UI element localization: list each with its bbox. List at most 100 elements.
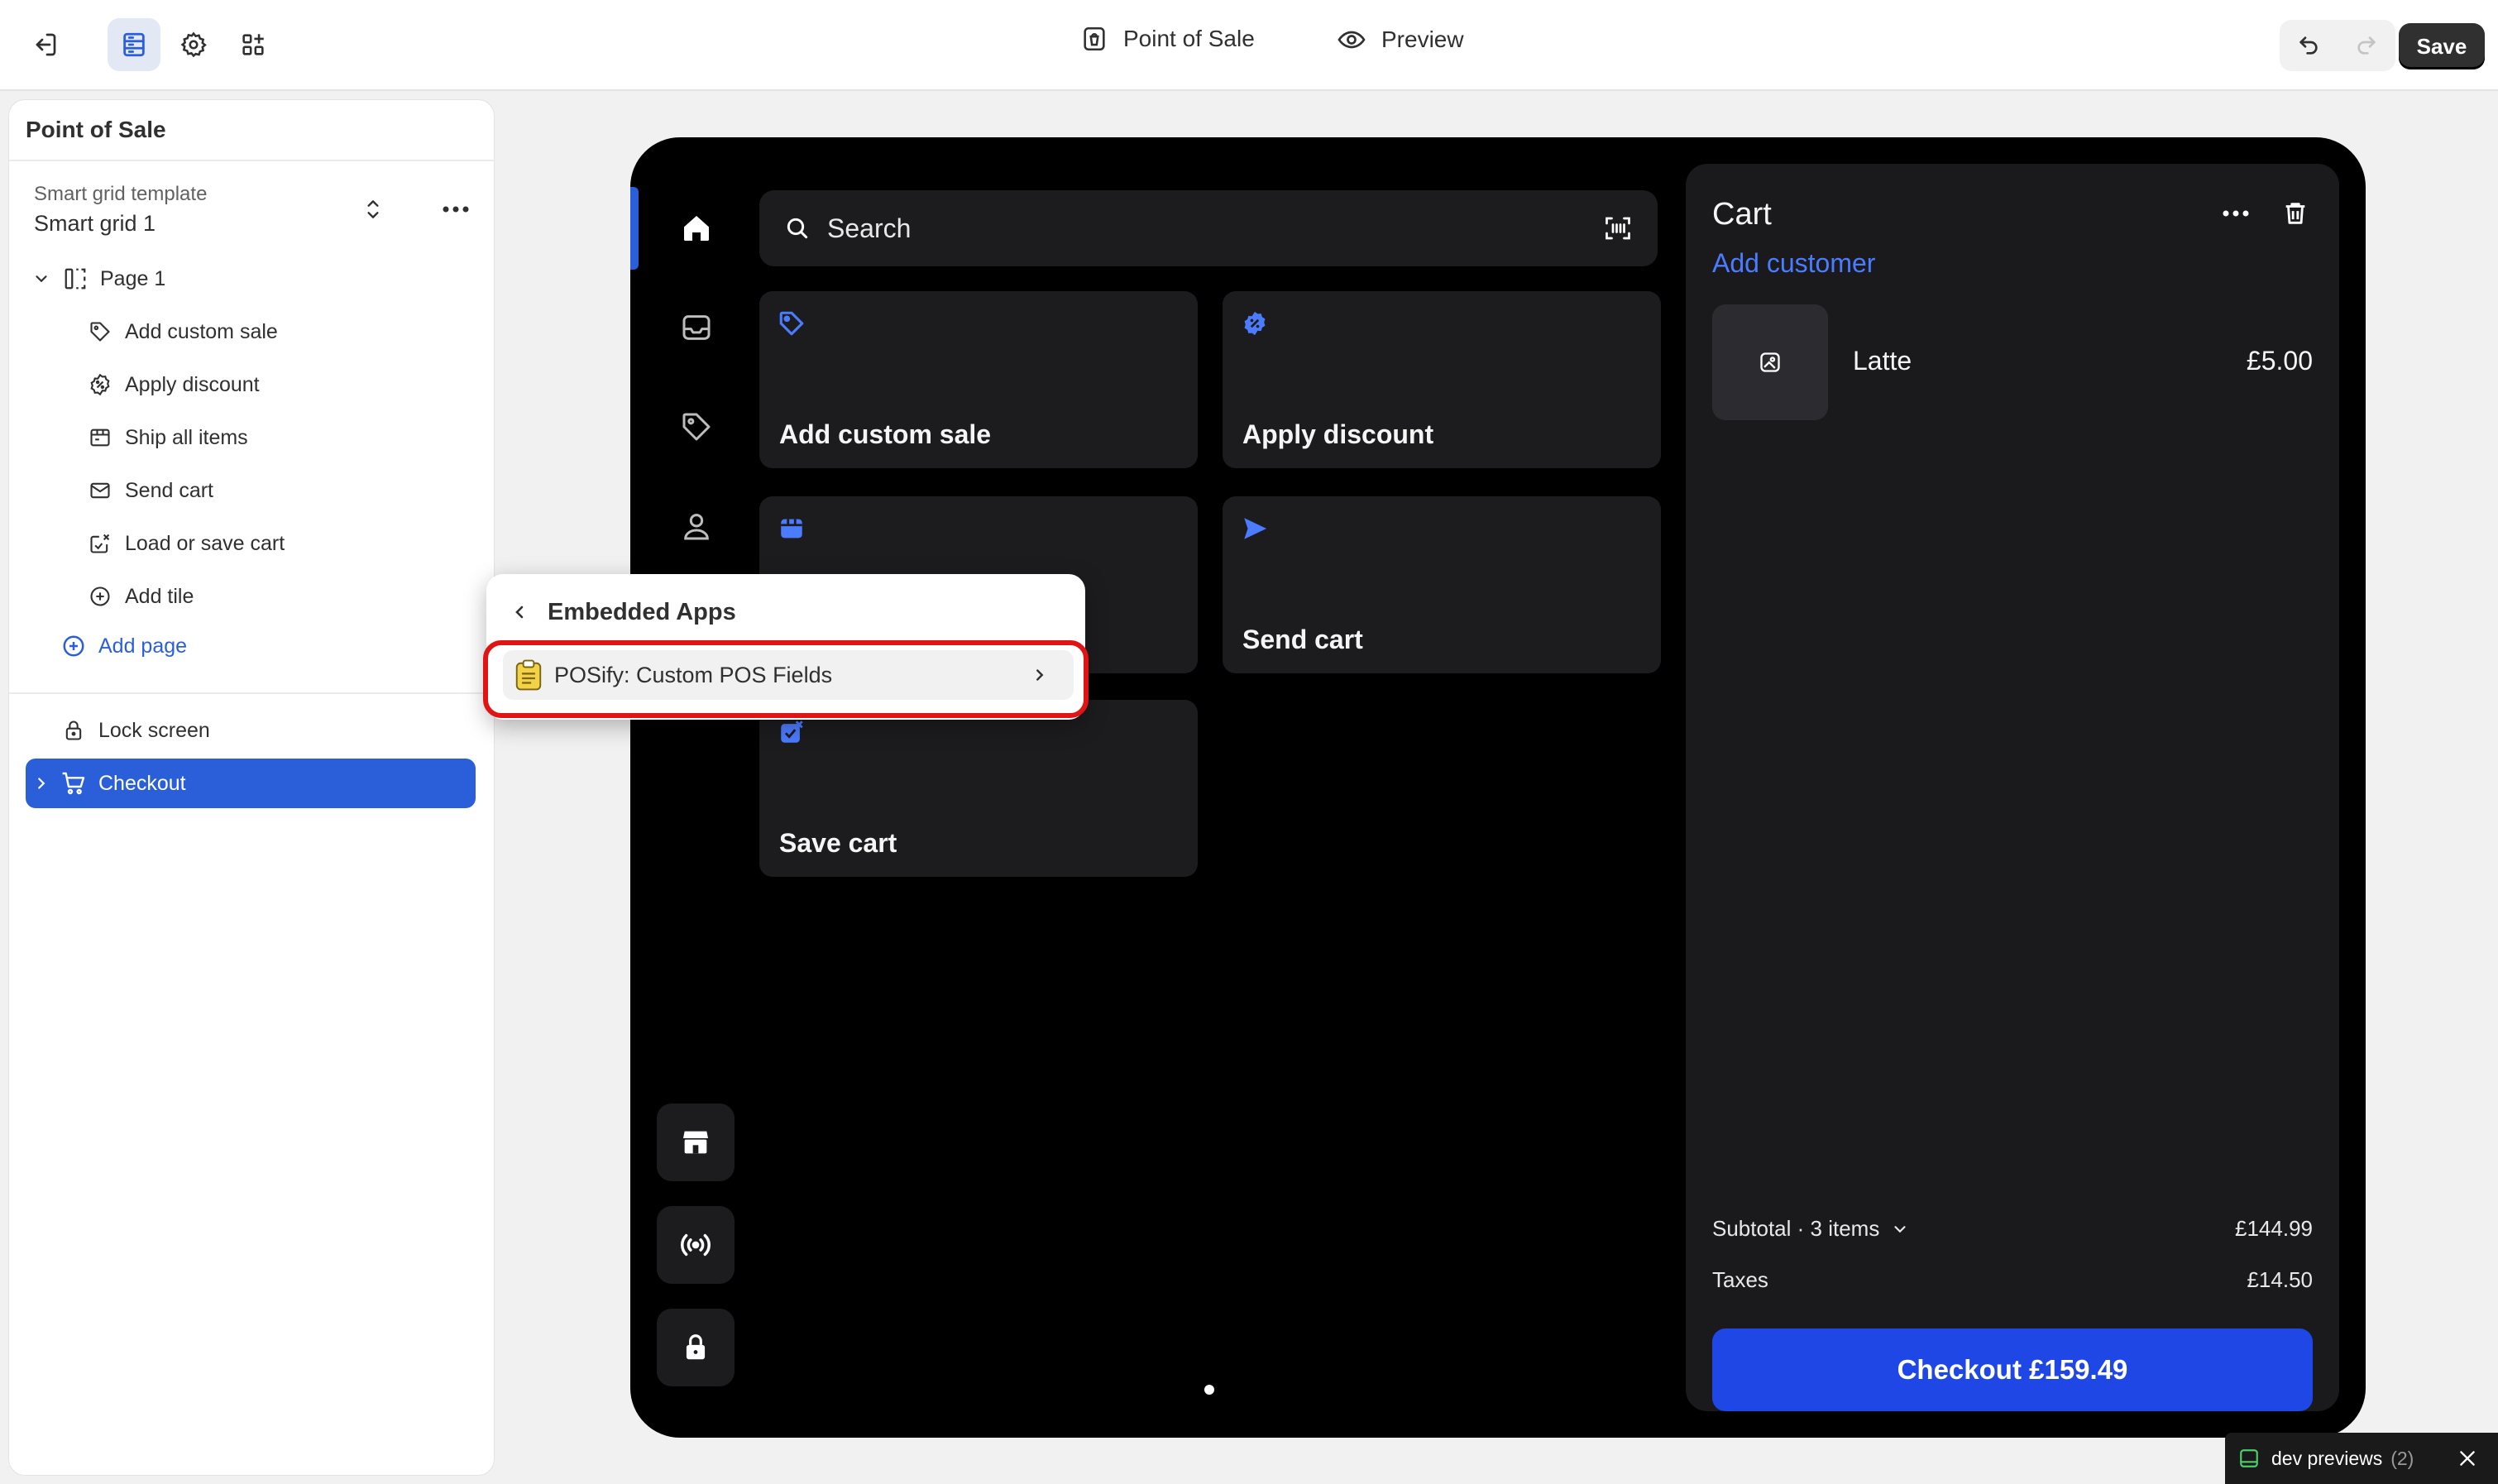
cart-more-button[interactable]	[2215, 197, 2256, 230]
settings-button[interactable]	[167, 18, 220, 71]
nav-orders[interactable]	[673, 304, 720, 351]
layout-sections-icon	[123, 32, 145, 57]
template-switch-button[interactable]	[357, 193, 390, 226]
tile-label: Save cart	[779, 828, 897, 858]
page-indicator-dot[interactable]	[1204, 1385, 1214, 1395]
search-icon	[787, 218, 808, 239]
tile-apply-discount[interactable]: Apply discount	[1223, 291, 1661, 468]
page-label: Page 1	[100, 266, 166, 290]
preview-window-icon	[2240, 1449, 2258, 1467]
nav-products[interactable]	[673, 404, 720, 450]
store-button[interactable]	[657, 1103, 735, 1181]
taxes-value: £14.50	[2247, 1267, 2313, 1292]
line-item-price: £5.00	[2246, 346, 2313, 376]
cart-title: Cart	[1712, 197, 1772, 232]
save-button[interactable]: Save	[2399, 23, 2485, 69]
page-grid-icon	[62, 266, 89, 292]
add-customer-link[interactable]: Add customer	[1712, 248, 1875, 279]
divider	[9, 692, 495, 694]
chevron-down-icon	[36, 275, 47, 283]
custom-sale-icon	[779, 311, 804, 336]
tree-item-add-custom-sale[interactable]: Add custom sale	[87, 318, 278, 345]
trash-icon	[2285, 203, 2305, 224]
ship-icon	[87, 424, 113, 451]
undo-icon	[2299, 36, 2318, 55]
back-button[interactable]	[503, 596, 536, 629]
preview-button[interactable]: Preview	[1337, 25, 1464, 55]
undo-button[interactable]	[2280, 20, 2338, 71]
tile-save-cart[interactable]: Save cart	[759, 700, 1198, 877]
sidebar-title: Point of Sale	[26, 117, 166, 142]
nav-customers[interactable]	[673, 503, 720, 549]
checkout-label: Checkout	[98, 771, 186, 795]
taxes-row: Taxes £14.50	[1712, 1267, 2313, 1293]
template-label: Smart grid template	[34, 183, 208, 205]
tree-item-send-cart[interactable]: Send cart	[87, 477, 213, 504]
home-icon	[684, 216, 709, 241]
tree-item-label: Send cart	[125, 478, 214, 502]
tree-item-label: Add tile	[125, 584, 194, 608]
tree-checkout[interactable]: Checkout	[26, 759, 476, 808]
eye-icon	[1338, 31, 1366, 49]
chevron-left-icon	[515, 606, 524, 619]
tree-item-label: Load or save cart	[125, 531, 285, 555]
apps-button[interactable]	[227, 18, 280, 71]
cart-line-item[interactable]: Latte £5.00	[1712, 304, 2313, 420]
nav-home[interactable]	[673, 205, 720, 251]
sections-button[interactable]	[108, 18, 160, 71]
chevron-down-icon	[1894, 1225, 1906, 1233]
connectivity-button[interactable]	[657, 1206, 735, 1284]
person-icon	[684, 514, 709, 540]
embedded-app-item[interactable]: POSify: Custom POS Fields	[503, 650, 1074, 700]
embedded-apps-popover: Embedded Apps POSify: Custom POS Fields	[486, 574, 1085, 720]
store-icon	[683, 1131, 708, 1154]
barcode-scan-icon	[1606, 217, 1630, 240]
redo-button[interactable]	[2338, 20, 2395, 71]
save-cart-icon	[781, 720, 803, 743]
clear-cart-button[interactable]	[2275, 194, 2316, 233]
tile-add-custom-sale[interactable]: Add custom sale	[759, 291, 1198, 468]
dev-previews-label: dev previews	[2271, 1447, 2383, 1469]
send-icon	[1244, 518, 1267, 539]
chevron-right-icon	[1036, 669, 1044, 681]
subtotal-value: £144.99	[2235, 1216, 2313, 1241]
history-controls	[2280, 20, 2395, 71]
broadcast-icon	[681, 1233, 711, 1257]
subtotal-row[interactable]: Subtotal · 3 items £144.99	[1712, 1216, 2313, 1242]
apps-icon	[242, 34, 264, 55]
redo-icon	[2357, 36, 2376, 55]
template-value[interactable]: Smart grid 1	[34, 211, 156, 237]
taxes-label: Taxes	[1712, 1267, 1768, 1292]
cart-panel: Cart Add customer Latte £5.00 Subtotal ·…	[1686, 164, 2339, 1411]
tree-page-1[interactable]: Page 1	[32, 266, 165, 292]
clipboard-icon	[515, 659, 542, 691]
context-title[interactable]: Point of Sale	[1080, 25, 1255, 53]
tree-item-ship-all-items[interactable]: Ship all items	[87, 424, 248, 451]
close-icon[interactable]	[2457, 1448, 2478, 1469]
tag-icon	[682, 413, 711, 441]
tree-item-label: Ship all items	[125, 425, 248, 449]
product-thumbnail	[1712, 304, 1828, 420]
divider	[9, 160, 495, 161]
tile-label: Apply discount	[1242, 419, 1434, 449]
exit-button[interactable]	[18, 18, 71, 71]
add-page-label: Add page	[98, 634, 188, 658]
tile-send-cart[interactable]: Send cart	[1223, 496, 1661, 673]
dev-previews-bar[interactable]: dev previews (2)	[2225, 1433, 2498, 1484]
load-save-cart-icon	[87, 530, 113, 557]
tree-lock-screen[interactable]: Lock screen	[60, 717, 210, 744]
add-page-button[interactable]: Add page	[60, 633, 187, 659]
cart-icon	[62, 772, 85, 795]
lock-button[interactable]	[657, 1309, 735, 1386]
search-placeholder: Search	[827, 213, 912, 243]
tree-item-label: Apply discount	[125, 372, 260, 396]
pos-search-bar[interactable]: Search	[759, 190, 1658, 266]
plus-circle-icon	[87, 583, 113, 610]
tree-item-add-tile[interactable]: Add tile	[87, 583, 194, 610]
checkout-button[interactable]: Checkout £159.49	[1712, 1328, 2313, 1411]
line-item-name: Latte	[1853, 346, 1912, 376]
tree-item-load-save-cart[interactable]: Load or save cart	[87, 530, 285, 557]
tree-item-apply-discount[interactable]: Apply discount	[87, 371, 260, 398]
template-more-button[interactable]	[431, 193, 481, 226]
pos-device-preview: Search Add custom sale Apply discount Se…	[630, 137, 2366, 1438]
